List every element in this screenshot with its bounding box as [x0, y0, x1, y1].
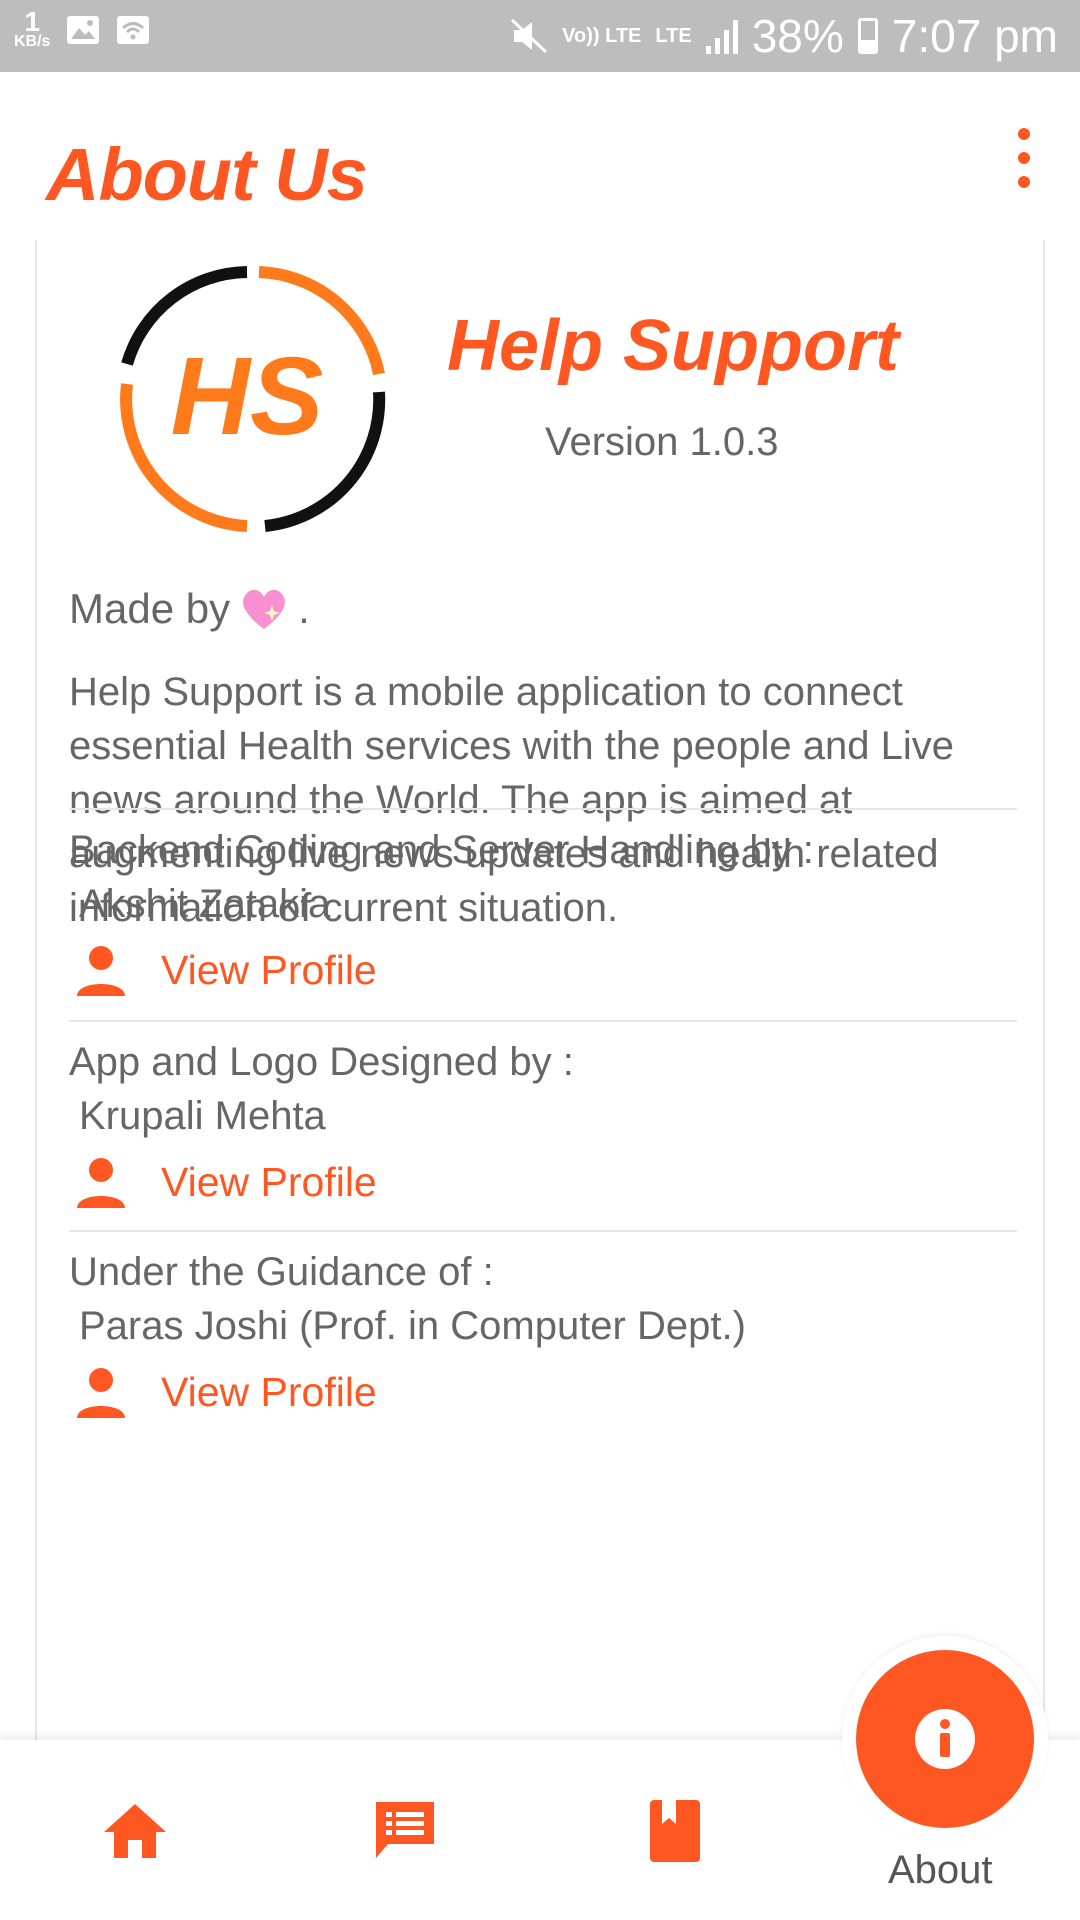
credit-name: Krupali Mehta	[79, 1094, 326, 1138]
view-profile-label[interactable]: View Profile	[161, 947, 377, 994]
person-icon	[77, 946, 125, 996]
view-profile-button[interactable]: View Profile	[73, 940, 377, 1000]
app-logo: HS	[120, 266, 386, 532]
status-bar: 1 KB/s Vo)) LTE LTE 38% 7:07 pm	[0, 0, 1080, 72]
divider	[69, 1230, 1017, 1232]
view-profile-label[interactable]: View Profile	[161, 1159, 377, 1206]
feed-icon[interactable]	[370, 1796, 440, 1866]
divider	[69, 808, 1017, 810]
battery-icon	[857, 18, 878, 54]
wifi-box-icon	[117, 16, 150, 44]
kebab-menu-icon[interactable]	[1012, 128, 1036, 188]
page-title: About Us	[46, 133, 368, 216]
credit-role: App and Logo Designed by :	[69, 1040, 574, 1084]
credit-name: Paras Joshi (Prof. in Computer Dept.)	[79, 1304, 746, 1348]
volte-indicator: Vo)) LTE	[562, 25, 642, 47]
about-card: HS Help Support Version 1.0.3 Made by . …	[35, 240, 1045, 1740]
view-profile-button[interactable]: View Profile	[73, 1152, 377, 1212]
credit-role: Backend Coding and Server Handling by :	[69, 828, 814, 872]
sparkling-heart-icon	[243, 589, 286, 629]
view-profile-button[interactable]: View Profile	[73, 1362, 377, 1422]
lte-indicator: LTE	[655, 25, 692, 47]
person-icon	[77, 1158, 125, 1208]
mute-icon	[511, 18, 548, 54]
about-nav-button[interactable]	[856, 1650, 1034, 1828]
app-version: Version 1.0.3	[545, 420, 779, 464]
divider	[69, 1020, 1017, 1022]
battery-percent: 38%	[751, 10, 844, 62]
credit-name: Akshit Zatakia	[79, 882, 331, 926]
credit-role: Under the Guidance of :	[69, 1250, 494, 1294]
app-bar: About Us	[0, 72, 1080, 240]
app-name: Help Support	[447, 306, 899, 386]
svg-text:HS: HS	[171, 335, 324, 458]
clock: 7:07 pm	[891, 10, 1058, 62]
image-icon	[67, 16, 100, 44]
made-by: Made by .	[69, 585, 310, 632]
view-profile-label[interactable]: View Profile	[161, 1369, 377, 1416]
signal-icon	[705, 18, 738, 54]
person-icon	[77, 1368, 125, 1418]
network-speed: 1 KB/s	[14, 6, 51, 50]
about-nav-label: About	[888, 1848, 993, 1892]
info-icon	[915, 1709, 975, 1769]
bookmark-icon[interactable]	[640, 1796, 710, 1866]
home-icon[interactable]	[100, 1796, 170, 1866]
